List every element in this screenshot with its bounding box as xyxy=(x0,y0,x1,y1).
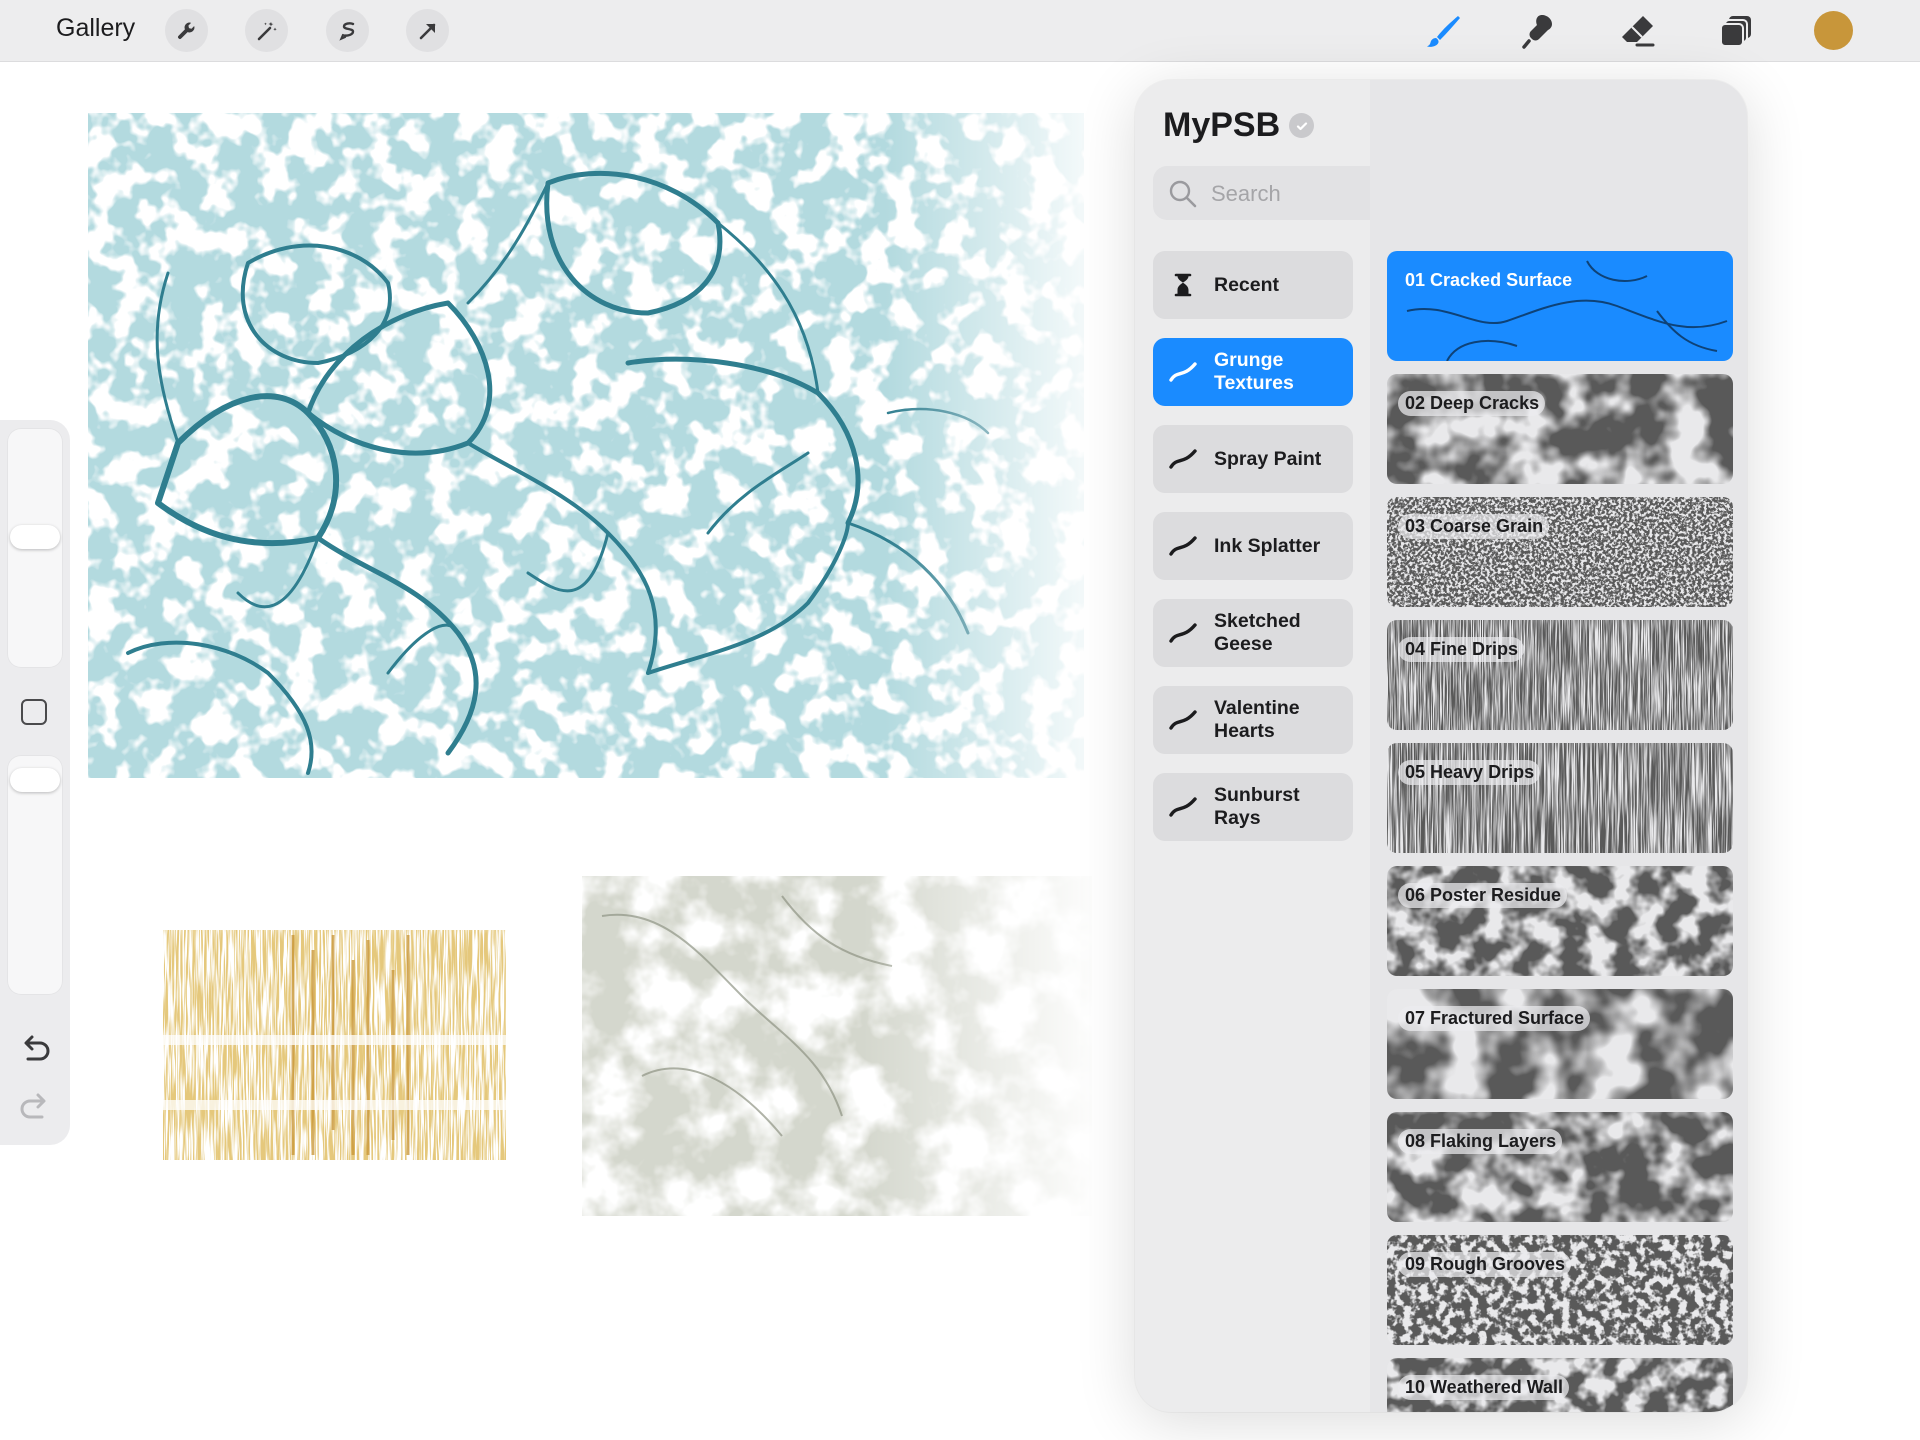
brush-set-grunge-textures[interactable]: Grunge Textures xyxy=(1153,338,1353,406)
brush-label: 09 Rough Grooves xyxy=(1398,1252,1572,1277)
brush-set-spray-paint[interactable]: Spray Paint xyxy=(1153,425,1353,493)
checkmark-badge-icon xyxy=(1289,113,1314,138)
library-title: MyPSB xyxy=(1163,106,1281,144)
brush-set-label: Valentine Hearts xyxy=(1214,697,1300,742)
cracked-texture-teal xyxy=(88,113,1084,778)
brush-stroke-icon xyxy=(1169,449,1197,469)
brush-set-sketched-geese[interactable]: Sketched Geese xyxy=(1153,599,1353,667)
brush-label: 04 Fine Drips xyxy=(1398,637,1525,662)
brush-set-ink-splatter[interactable]: Ink Splatter xyxy=(1153,512,1353,580)
brush-size-handle[interactable] xyxy=(10,525,60,549)
eraser-icon[interactable] xyxy=(1617,10,1659,52)
brush-stroke-icon xyxy=(1169,710,1197,730)
brush-item[interactable]: 09 Rough Grooves xyxy=(1387,1235,1733,1345)
scratch-texture-gold xyxy=(163,930,506,1160)
search-icon xyxy=(1169,180,1197,208)
brush-label: 03 Coarse Grain xyxy=(1398,514,1550,539)
brush-set-label: Grunge Textures xyxy=(1214,349,1294,394)
square-modifier-icon[interactable] xyxy=(21,699,47,725)
brush-item[interactable]: 06 Poster Residue xyxy=(1387,866,1733,976)
layers-icon[interactable] xyxy=(1715,10,1757,52)
brush-set-label: Spray Paint xyxy=(1214,447,1322,470)
brush-list: 01 Cracked Surface 02 Deep Cracks 03 Coars… xyxy=(1370,80,1747,1412)
top-toolbar: Gallery xyxy=(0,0,1920,62)
gallery-button[interactable]: Gallery xyxy=(56,14,135,43)
brush-label: 10 Weathered Wall xyxy=(1398,1375,1570,1400)
brush-set-label: Sketched Geese xyxy=(1214,610,1301,655)
brush-set-label: Sunburst Rays xyxy=(1214,784,1300,829)
transform-arrow-icon[interactable] xyxy=(406,9,449,52)
brush-label: 05 Heavy Drips xyxy=(1398,760,1541,785)
brush-stroke-icon xyxy=(1169,362,1197,382)
brush-label: 06 Poster Residue xyxy=(1398,883,1568,908)
brush-item[interactable]: 02 Deep Cracks xyxy=(1387,374,1733,484)
brush-item[interactable]: 01 Cracked Surface xyxy=(1387,251,1733,361)
smudge-icon[interactable] xyxy=(1519,10,1561,52)
redo-icon[interactable] xyxy=(16,1090,54,1128)
brush-item[interactable]: 08 Flaking Layers xyxy=(1387,1112,1733,1222)
brush-stroke-icon xyxy=(1169,536,1197,556)
brush-item[interactable]: 03 Coarse Grain xyxy=(1387,497,1733,607)
brush-size-slider[interactable] xyxy=(7,428,63,668)
brush-item[interactable]: 10 Weathered Wall xyxy=(1387,1358,1733,1412)
brush-set-label: Ink Splatter xyxy=(1214,534,1321,557)
brush-set-recent[interactable]: Recent xyxy=(1153,251,1353,319)
brush-icon[interactable] xyxy=(1423,10,1465,52)
brush-set-label: Recent xyxy=(1214,273,1280,296)
brush-item[interactable]: 07 Fractured Surface xyxy=(1387,989,1733,1099)
selection-icon[interactable] xyxy=(326,9,369,52)
brush-label: 01 Cracked Surface xyxy=(1405,270,1573,290)
flaking-texture-sage xyxy=(582,876,1092,1216)
brush-library-panel: MyPSB 01 Cracked Surface 02 Deep Cracks 03… xyxy=(1135,80,1747,1412)
hourglass-icon xyxy=(1174,273,1192,297)
undo-icon[interactable] xyxy=(16,1032,54,1070)
brush-label: 08 Flaking Layers xyxy=(1398,1129,1563,1154)
brush-item[interactable]: 04 Fine Drips xyxy=(1387,620,1733,730)
brush-label: 07 Fractured Surface xyxy=(1398,1006,1591,1031)
brush-set-valentine-hearts[interactable]: Valentine Hearts xyxy=(1153,686,1353,754)
magic-wand-icon[interactable] xyxy=(245,9,288,52)
wrench-icon[interactable] xyxy=(165,9,208,52)
opacity-handle[interactable] xyxy=(10,768,60,792)
brush-stroke-icon xyxy=(1169,623,1197,643)
color-picker-swatch[interactable] xyxy=(1814,11,1853,50)
left-sidebar xyxy=(0,420,70,1145)
brush-set-sunburst-rays[interactable]: Sunburst Rays xyxy=(1153,773,1353,841)
brush-label: 02 Deep Cracks xyxy=(1398,391,1546,416)
opacity-slider[interactable] xyxy=(7,755,63,995)
brush-item[interactable]: 05 Heavy Drips xyxy=(1387,743,1733,853)
brush-stroke-icon xyxy=(1169,797,1197,817)
